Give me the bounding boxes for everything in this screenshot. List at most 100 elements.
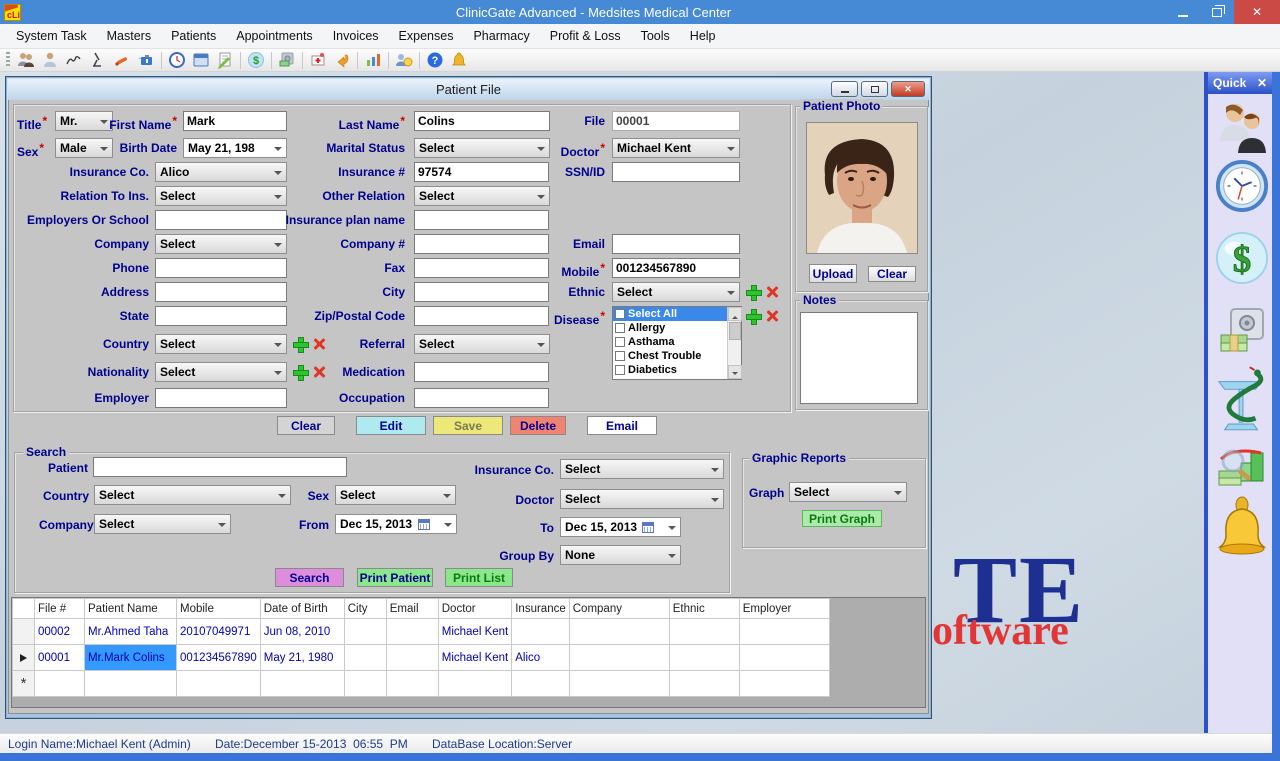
insurance-co-select[interactable]: Alico xyxy=(155,162,287,182)
col-city[interactable]: City xyxy=(344,599,386,619)
grid-row-00001-selected[interactable]: 00001 Mr.Mark Colins 001234567890 May 21… xyxy=(13,645,830,671)
col-date-of-birth[interactable]: Date of Birth xyxy=(260,599,344,619)
email-button[interactable]: Email xyxy=(587,416,657,435)
returns-arrow-icon[interactable] xyxy=(332,51,352,70)
col-mobile[interactable]: Mobile xyxy=(177,599,261,619)
marital-status-select[interactable]: Select xyxy=(414,138,550,158)
nationality-select[interactable]: Select xyxy=(155,362,287,382)
print-graph-button[interactable]: Print Graph xyxy=(802,510,882,527)
disease-option-chest-trouble[interactable]: Chest Trouble xyxy=(613,349,727,363)
expenses-safe-icon[interactable] xyxy=(277,51,297,70)
quick-billing-icon[interactable]: $ xyxy=(1215,230,1269,286)
search-button[interactable]: Search xyxy=(275,568,344,587)
delete-button[interactable]: Delete xyxy=(510,416,566,435)
notes-textarea[interactable] xyxy=(800,312,918,404)
quick-panel-close-icon[interactable]: ✕ xyxy=(1257,76,1267,90)
save-button[interactable]: Save xyxy=(433,416,503,435)
first-name-input[interactable] xyxy=(183,111,287,131)
employer-input[interactable] xyxy=(155,388,287,408)
checkbox-icon[interactable] xyxy=(615,309,625,319)
clear-form-button[interactable]: Clear xyxy=(277,416,335,435)
disease-option-diabetics[interactable]: Diabetics xyxy=(613,363,727,377)
email-input[interactable] xyxy=(612,234,740,254)
clear-photo-button[interactable]: Clear xyxy=(868,266,916,282)
print-patient-button[interactable]: Print Patient xyxy=(357,568,433,587)
insurance-plan-input[interactable] xyxy=(414,210,549,230)
disease-option-select-all[interactable]: Select All xyxy=(613,307,727,321)
menu-invoices[interactable]: Invoices xyxy=(323,25,389,47)
scroll-thumb[interactable] xyxy=(729,322,741,340)
minimize-button[interactable] xyxy=(1166,0,1200,24)
referral-select[interactable]: Select xyxy=(414,334,550,354)
print-list-button[interactable]: Print List xyxy=(445,568,513,587)
menu-appointments[interactable]: Appointments xyxy=(226,25,322,47)
group-by-select[interactable]: None xyxy=(560,545,681,565)
disease-listbox[interactable]: Select All Allergy Asthama Chest Trouble… xyxy=(612,306,742,380)
staff-icon[interactable] xyxy=(40,51,60,70)
col-company[interactable]: Company xyxy=(569,599,669,619)
delete-ethnic-icon[interactable] xyxy=(765,285,779,299)
search-to-date-picker[interactable]: Dec 15, 2013 xyxy=(560,517,681,537)
close-button[interactable]: ✕ xyxy=(1234,0,1280,24)
quick-reports-icon[interactable] xyxy=(1215,440,1269,496)
upload-photo-button[interactable]: Upload xyxy=(809,264,857,283)
calendar-icon[interactable] xyxy=(191,51,211,70)
menu-system-task[interactable]: System Task xyxy=(6,25,97,47)
disease-option-allergy[interactable]: Allergy xyxy=(613,321,727,335)
add-disease-icon[interactable] xyxy=(746,309,760,323)
search-sex-select[interactable]: Select xyxy=(335,485,456,505)
edit-button[interactable]: Edit xyxy=(356,416,426,435)
menu-profit-loss[interactable]: Profit & Loss xyxy=(540,25,631,47)
schedule-icon[interactable] xyxy=(394,51,414,70)
search-insurance-select[interactable]: Select xyxy=(560,459,724,479)
birth-date-picker[interactable]: May 21, 198 xyxy=(183,138,287,158)
last-name-input[interactable] xyxy=(414,111,550,131)
graph-select[interactable]: Select xyxy=(789,482,907,502)
patient-close-button[interactable]: ✕ xyxy=(891,81,925,97)
row-selector[interactable] xyxy=(13,619,35,645)
quick-expenses-icon[interactable] xyxy=(1215,304,1269,360)
invoice-icon[interactable] xyxy=(215,51,235,70)
scroll-down-icon[interactable] xyxy=(728,365,742,379)
prescription-icon[interactable] xyxy=(112,51,132,70)
disease-option-asthama[interactable]: Asthama xyxy=(613,335,727,349)
medical-kit-icon[interactable] xyxy=(136,51,156,70)
phone-input[interactable] xyxy=(155,258,287,278)
checkbox-icon[interactable] xyxy=(615,365,625,375)
search-doctor-select[interactable]: Select xyxy=(560,489,724,509)
add-country-icon[interactable] xyxy=(293,337,307,351)
col-file[interactable]: File # xyxy=(35,599,85,619)
country-select[interactable]: Select xyxy=(155,334,287,354)
reports-chart-icon[interactable] xyxy=(363,51,383,70)
menu-expenses[interactable]: Expenses xyxy=(389,25,464,47)
menu-patients[interactable]: Patients xyxy=(161,25,226,47)
quick-patients-icon[interactable] xyxy=(1215,100,1269,156)
delete-disease-icon[interactable] xyxy=(765,309,779,323)
grid-row-00002[interactable]: 00002 Mr.Ahmed Taha 20107049971 Jun 08, … xyxy=(13,619,830,645)
checkbox-icon[interactable] xyxy=(615,323,625,333)
search-patient-input[interactable] xyxy=(93,457,347,477)
menu-tools[interactable]: Tools xyxy=(631,25,680,47)
alerts-bell-icon[interactable] xyxy=(449,51,469,70)
col-doctor[interactable]: Doctor xyxy=(438,599,511,619)
restore-button[interactable] xyxy=(1200,0,1234,24)
sex-select[interactable]: Male xyxy=(55,138,113,158)
col-employer[interactable]: Employer xyxy=(739,599,829,619)
quick-pharmacy-icon[interactable] xyxy=(1215,362,1269,434)
search-company-select[interactable]: Select xyxy=(94,514,231,534)
occupation-input[interactable] xyxy=(414,388,549,408)
company-select[interactable]: Select xyxy=(155,234,287,254)
quick-reminders-icon[interactable] xyxy=(1215,494,1269,558)
quick-appointments-icon[interactable] xyxy=(1215,158,1269,214)
menu-masters[interactable]: Masters xyxy=(97,25,161,47)
patient-window-titlebar[interactable]: Patient File ✕ xyxy=(8,79,929,100)
col-email[interactable]: Email xyxy=(386,599,438,619)
relation-to-ins-select[interactable]: Select xyxy=(155,186,287,206)
company-number-input[interactable] xyxy=(414,234,549,254)
scroll-up-icon[interactable] xyxy=(728,307,742,321)
checkbox-icon[interactable] xyxy=(615,337,625,347)
checkbox-icon[interactable] xyxy=(615,351,625,361)
insurance-number-input[interactable] xyxy=(414,162,549,182)
menu-help[interactable]: Help xyxy=(680,25,726,47)
state-input[interactable] xyxy=(155,306,287,326)
